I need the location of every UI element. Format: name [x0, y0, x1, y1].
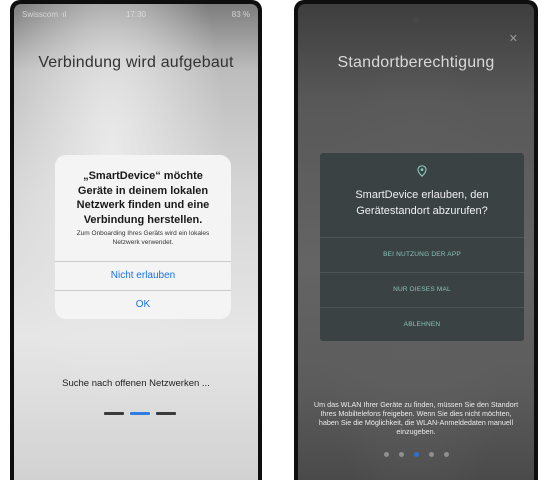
ok-button[interactable]: OK [55, 291, 231, 319]
info-text: Um das WLAN Ihrer Geräte zu finden, müss… [313, 400, 519, 436]
alert-title: „SmartDevice“ möchte Geräte in deinem lo… [76, 170, 210, 226]
phone-right: ✕ Standortberechtigung SmartDevice erlau… [294, 0, 538, 480]
phone-left: Swisscom ᐧıl 17:30 83 % Verbindung wird … [10, 0, 262, 480]
camera-icon [412, 17, 420, 25]
page-dot [384, 452, 389, 457]
page-title: Standortberechtigung [337, 54, 495, 71]
page-dot [429, 452, 434, 457]
progress-indicator [14, 412, 258, 416]
carrier-label: Swisscom ᐧıl [22, 10, 67, 19]
location-permission-dialog: SmartDevice erlauben, den Gerätestandort… [320, 153, 524, 341]
deny-button[interactable]: ABLEHNEN [320, 308, 524, 342]
screen-left: Swisscom ᐧıl 17:30 83 % Verbindung wird … [14, 4, 258, 480]
progress-step-active [130, 412, 150, 415]
scan-status-text: Suche nach offenen Netzwerken ... [62, 378, 210, 389]
progress-step [104, 412, 124, 415]
alert-message: Zum Onboarding Ihres Geräts wird ein lok… [76, 230, 210, 246]
progress-step [156, 412, 176, 415]
page-dot-active [414, 452, 419, 457]
only-this-time-button[interactable]: NUR DIESES MAL [320, 273, 524, 307]
page-dot [399, 452, 404, 457]
status-bar: Swisscom ᐧıl 17:30 83 % [22, 9, 250, 21]
close-icon[interactable]: ✕ [509, 32, 518, 45]
permission-alert: „SmartDevice“ möchte Geräte in deinem lo… [55, 155, 231, 319]
dialog-title: SmartDevice erlauben, den Gerätestandort… [355, 189, 489, 217]
allow-while-using-button[interactable]: BEI NUTZUNG DER APP [320, 238, 524, 272]
screen-right: ✕ Standortberechtigung SmartDevice erlau… [298, 4, 534, 480]
deny-button[interactable]: Nicht erlauben [55, 262, 231, 290]
location-pin-icon [417, 165, 427, 177]
clock-label: 17:30 [125, 10, 147, 19]
page-dot [444, 452, 449, 457]
battery-label: 83 % [231, 10, 250, 19]
page-title: Verbindung wird aufgebaut [38, 54, 234, 71]
page-indicator [298, 452, 534, 458]
